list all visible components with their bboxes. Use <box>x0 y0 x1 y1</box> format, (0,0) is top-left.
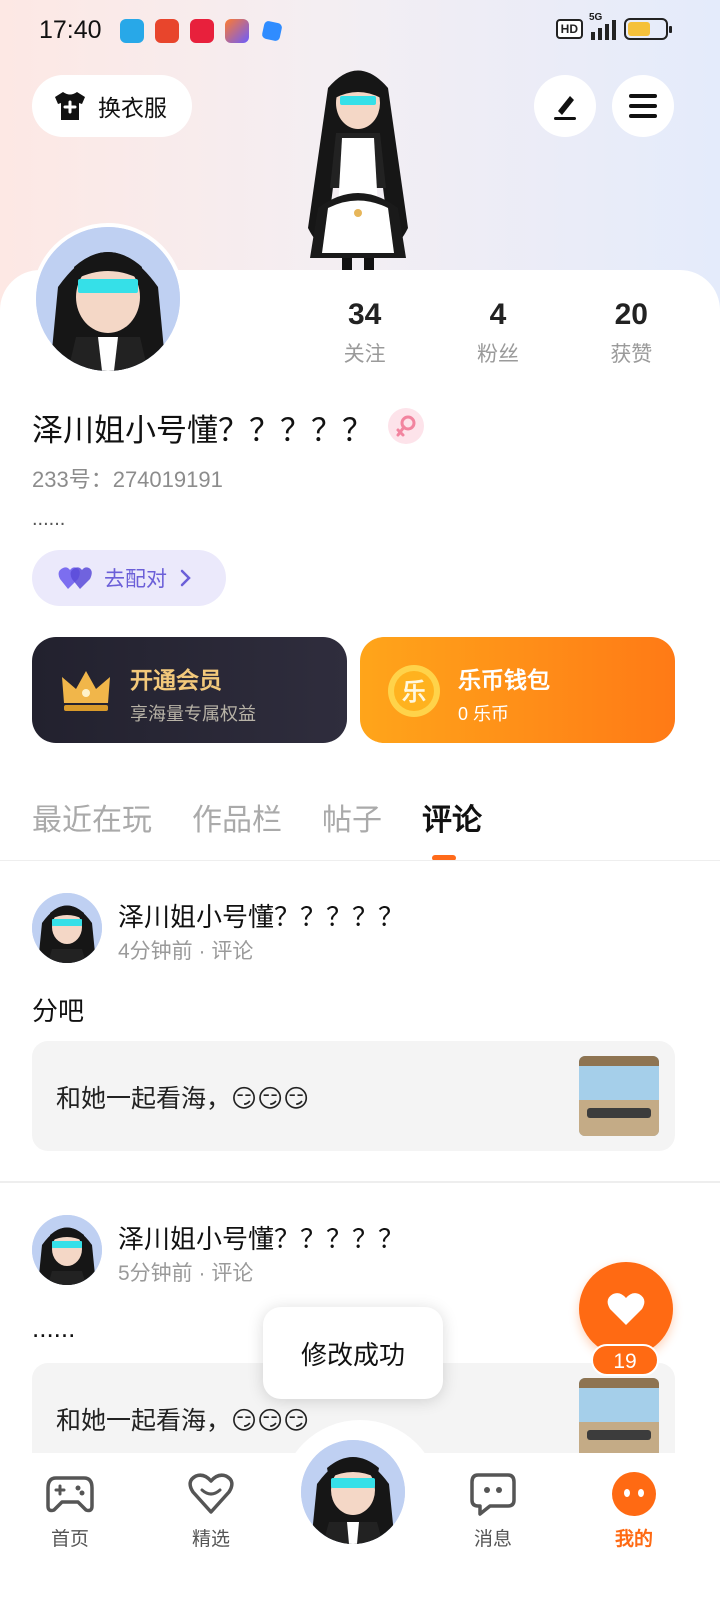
stat-value: 20 <box>614 298 648 331</box>
profile-avatar[interactable] <box>32 223 184 375</box>
pen-icon <box>554 96 576 120</box>
avatar-image <box>36 227 180 371</box>
coin-icon: 乐 <box>388 665 440 717</box>
like-count-badge: 19 <box>591 1344 659 1376</box>
dress-up-label: 换衣服 <box>98 95 167 121</box>
hamburger-icon <box>629 94 657 118</box>
stat-value: 4 <box>489 298 507 331</box>
tab-comments[interactable]: 评论 <box>422 795 482 839</box>
status-app-icons <box>120 19 284 43</box>
blue-app-icon <box>120 19 144 43</box>
dress-up-button[interactable]: 换衣服 <box>32 75 192 137</box>
wallet-title: 乐币钱包 <box>458 667 550 693</box>
stat-followers[interactable]: 4 粉丝 <box>431 298 564 368</box>
comment-divider <box>0 1181 720 1183</box>
nav-featured[interactable]: 精选 <box>171 1470 251 1551</box>
profile-uid: 233号：274019191 <box>32 467 223 492</box>
comment-meta: 4分钟前 · 评论 <box>118 940 254 963</box>
stat-likes[interactable]: 20 获赞 <box>565 298 698 368</box>
status-bar: 17:40 HD 5G <box>0 0 720 64</box>
avatar-image <box>301 1440 405 1544</box>
tab-recently-played[interactable]: 最近在玩 <box>32 795 152 839</box>
comment-text: ...... <box>32 1313 76 1343</box>
comment-author-avatar[interactable] <box>32 893 102 963</box>
tab-works[interactable]: 作品栏 <box>192 795 282 839</box>
nav-home[interactable]: 首页 <box>30 1470 110 1551</box>
comment-text: 分吧 <box>32 996 85 1026</box>
gamepad-icon <box>46 1476 94 1513</box>
quoted-post-text: 和她一起看海，😏😏😏 <box>56 1085 310 1113</box>
vip-subtitle: 享海量专属权益 <box>130 704 256 724</box>
stat-label: 关注 <box>343 343 386 366</box>
center-avatar-button[interactable] <box>298 1437 408 1547</box>
nav-label: 精选 <box>191 1529 230 1550</box>
match-label: 去配对 <box>104 568 167 591</box>
comment-meta: 5分钟前 · 评论 <box>118 1262 254 1285</box>
stat-value: 34 <box>347 298 382 331</box>
profile-stats: 34 关注 4 粉丝 20 获赞 <box>298 298 698 368</box>
nav-me[interactable]: 我的 <box>594 1470 674 1551</box>
face-icon <box>612 1472 656 1516</box>
wallet-card[interactable]: 乐 乐币钱包 0 乐币 <box>360 637 675 743</box>
like-button[interactable] <box>579 1262 673 1356</box>
stat-label: 获赞 <box>610 343 653 366</box>
comment-author-name: 泽川姐小号懂？？？？？ <box>118 902 405 932</box>
heart-icon <box>607 1293 645 1325</box>
status-time: 17:40 <box>39 16 102 44</box>
comment-author-avatar[interactable] <box>32 1215 102 1285</box>
edit-profile-button[interactable] <box>534 75 596 137</box>
chat-bubble-icon <box>470 1473 516 1516</box>
chevron-right-icon <box>180 569 191 587</box>
nav-label: 消息 <box>473 1529 512 1550</box>
battery-icon <box>624 18 672 40</box>
profile-nickname: 泽川姐小号懂？？？？？ <box>32 413 373 448</box>
stat-following[interactable]: 34 关注 <box>298 298 431 368</box>
crown-icon <box>62 671 110 711</box>
stat-label: 粉丝 <box>476 343 519 366</box>
vip-membership-card[interactable]: 开通会员 享海量专属权益 <box>32 637 347 743</box>
nav-label: 首页 <box>50 1529 89 1550</box>
nav-messages[interactable]: 消息 <box>453 1470 533 1551</box>
quoted-post-text: 和她一起看海，😏😏😏 <box>56 1407 310 1435</box>
quoted-post[interactable]: 和她一起看海，😏😏😏 <box>32 1041 675 1151</box>
quoted-post-thumbnail <box>579 1056 659 1136</box>
toast-message: 修改成功 <box>263 1307 443 1399</box>
menu-button[interactable] <box>612 75 674 137</box>
status-indicators: HD 5G <box>555 12 672 40</box>
nav-label: 我的 <box>614 1529 653 1550</box>
coin-glyph: 乐 <box>402 678 426 706</box>
tabs-divider <box>0 860 720 861</box>
blue-square-app-icon <box>261 20 283 42</box>
female-gender-icon <box>388 408 424 444</box>
comment-author-name: 泽川姐小号懂？？？？？ <box>118 1224 405 1254</box>
signal-icon: 5G <box>589 12 616 40</box>
sohu-app-icon <box>155 19 179 43</box>
hd-badge: HD <box>555 19 583 39</box>
gradient-app-icon <box>225 19 249 43</box>
tshirt-icon <box>55 92 85 120</box>
tab-posts[interactable]: 帖子 <box>322 795 382 839</box>
match-button[interactable]: 去配对 <box>32 550 226 606</box>
vip-title: 开通会员 <box>130 667 222 693</box>
red-app-icon <box>190 19 214 43</box>
heart-outline-icon <box>188 1473 234 1514</box>
double-heart-icon <box>58 567 92 589</box>
content-tabs: 最近在玩 作品栏 帖子 评论 <box>32 795 482 839</box>
profile-bio: ...... <box>32 508 66 530</box>
wallet-subtitle: 0 乐币 <box>458 704 510 724</box>
quoted-post-thumbnail <box>579 1378 659 1458</box>
avatar-character-figure[interactable] <box>278 58 438 273</box>
